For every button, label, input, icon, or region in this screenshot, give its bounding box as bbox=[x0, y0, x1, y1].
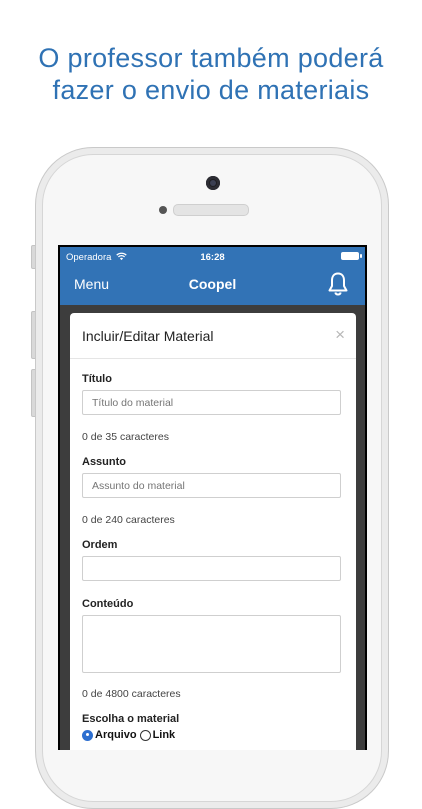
bell-icon[interactable] bbox=[327, 271, 349, 297]
app-screen: Operadora 16:28 Menu Coopel Incluir/Edit… bbox=[60, 247, 365, 750]
modal-title: Incluir/Editar Material bbox=[82, 328, 214, 344]
titulo-input[interactable] bbox=[82, 390, 341, 415]
battery-icon bbox=[341, 252, 362, 260]
ordem-input[interactable] bbox=[82, 556, 341, 581]
radio-arquivo[interactable]: Arquivo bbox=[82, 729, 137, 741]
front-camera-icon bbox=[206, 176, 220, 190]
radio-unchecked-icon bbox=[139, 729, 151, 741]
assunto-label: Assunto bbox=[82, 456, 126, 468]
ordem-label: Ordem bbox=[82, 539, 118, 551]
earpiece-speaker bbox=[173, 204, 249, 216]
material-modal: Incluir/Editar Material × Título 0 de 35… bbox=[70, 313, 356, 750]
radio-link-label: Link bbox=[152, 729, 176, 741]
material-choice-label: Escolha o material bbox=[82, 713, 180, 725]
radio-checked-icon bbox=[82, 729, 93, 741]
conteudo-counter: 0 de 4800 caracteres bbox=[82, 688, 181, 700]
close-icon[interactable]: × bbox=[335, 325, 345, 345]
status-time: 16:28 bbox=[200, 252, 225, 263]
radio-link[interactable]: Link bbox=[139, 729, 176, 741]
phone-screen: Operadora 16:28 Menu Coopel Incluir/Edit… bbox=[58, 245, 367, 750]
titulo-counter: 0 de 35 caracteres bbox=[82, 431, 169, 443]
modal-header: Incluir/Editar Material × bbox=[70, 313, 356, 359]
assunto-input[interactable] bbox=[82, 473, 341, 498]
app-header: Operadora 16:28 Menu Coopel bbox=[60, 247, 365, 305]
material-choice-group: Arquivo Link bbox=[82, 729, 178, 741]
promo-headline: O professor também poderá fazer o envio … bbox=[0, 42, 422, 106]
app-title: Coopel bbox=[188, 276, 237, 292]
conteudo-label: Conteúdo bbox=[82, 598, 134, 610]
assunto-counter: 0 de 240 caracteres bbox=[82, 514, 175, 526]
promo-headline-line2: fazer o envio de materiais bbox=[52, 75, 370, 105]
titulo-label: Título bbox=[82, 373, 112, 385]
proximity-sensor bbox=[159, 206, 167, 214]
promo-headline-line1: O professor também poderá bbox=[38, 43, 384, 73]
conteudo-textarea[interactable] bbox=[82, 615, 341, 673]
radio-arquivo-label: Arquivo bbox=[95, 729, 137, 741]
